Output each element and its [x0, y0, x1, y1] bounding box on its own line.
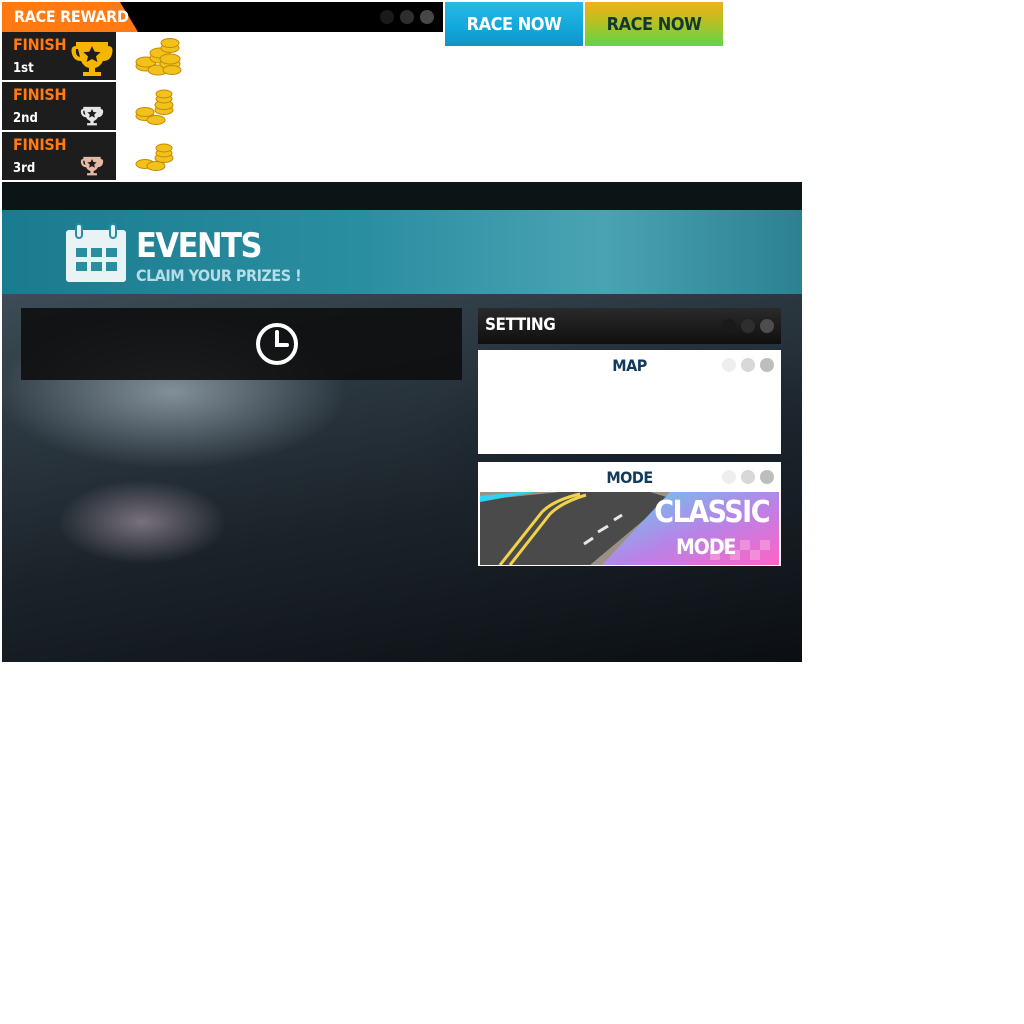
indicator-dot	[722, 319, 736, 333]
silver-trophy-icon	[80, 106, 104, 126]
indicator-dot	[420, 10, 434, 24]
clock-icon	[256, 323, 298, 365]
finish-label: FINISH	[13, 135, 67, 154]
mode-card[interactable]: MODE CLASSIC MODE	[478, 462, 781, 566]
race-reward-header: RACE REWARD	[2, 2, 443, 32]
finish-label: FINISH	[13, 85, 67, 104]
indicator-dot	[741, 358, 755, 372]
finish-label: FINISH	[13, 35, 67, 54]
finish-position: 3rd	[13, 161, 36, 176]
classic-label: CLASSIC	[654, 495, 770, 530]
indicator-dot	[741, 319, 755, 333]
calendar-icon	[66, 223, 126, 282]
finish-position: 2nd	[13, 111, 38, 126]
indicator-dot	[760, 358, 774, 372]
events-title: EVENTS	[136, 226, 262, 266]
event-timer-box	[21, 308, 462, 380]
race-reward-title: RACE REWARD	[14, 7, 129, 26]
mode-label: MODE	[676, 535, 736, 559]
setting-header: SETTING	[478, 308, 781, 344]
setting-title: SETTING	[485, 315, 556, 335]
indicator-dot	[722, 470, 736, 484]
indicator-dot	[741, 470, 755, 484]
finish-row-2nd: FINISH 2nd	[2, 82, 116, 130]
coin-stack-medium-icon	[135, 89, 174, 125]
finish-position: 1st	[13, 61, 34, 76]
map-card[interactable]: MAP	[478, 350, 781, 454]
race-now-button-blue[interactable]: RACE NOW	[445, 2, 583, 46]
indicator-dot	[380, 10, 394, 24]
indicator-dot	[760, 470, 774, 484]
indicator-dot	[760, 319, 774, 333]
gold-trophy-icon	[71, 42, 113, 76]
events-subtitle: CLAIM YOUR PRIZES !	[136, 266, 302, 285]
finish-row-3rd: FINISH 3rd	[2, 132, 116, 180]
classic-mode-image: CLASSIC MODE	[480, 492, 779, 565]
coin-stack-large-icon	[135, 38, 182, 76]
events-banner: EVENTS CLAIM YOUR PRIZES !	[2, 210, 802, 294]
events-panel: EVENTS CLAIM YOUR PRIZES ! SETTING MAP M…	[2, 182, 802, 662]
indicator-dot	[400, 10, 414, 24]
finish-row-1st: FINISH 1st	[2, 32, 116, 80]
bronze-trophy-icon	[80, 156, 104, 176]
coin-stack-small-icon	[135, 143, 174, 171]
race-now-button-green[interactable]: RACE NOW	[585, 2, 723, 46]
events-top-bar	[2, 182, 802, 210]
indicator-dot	[722, 358, 736, 372]
